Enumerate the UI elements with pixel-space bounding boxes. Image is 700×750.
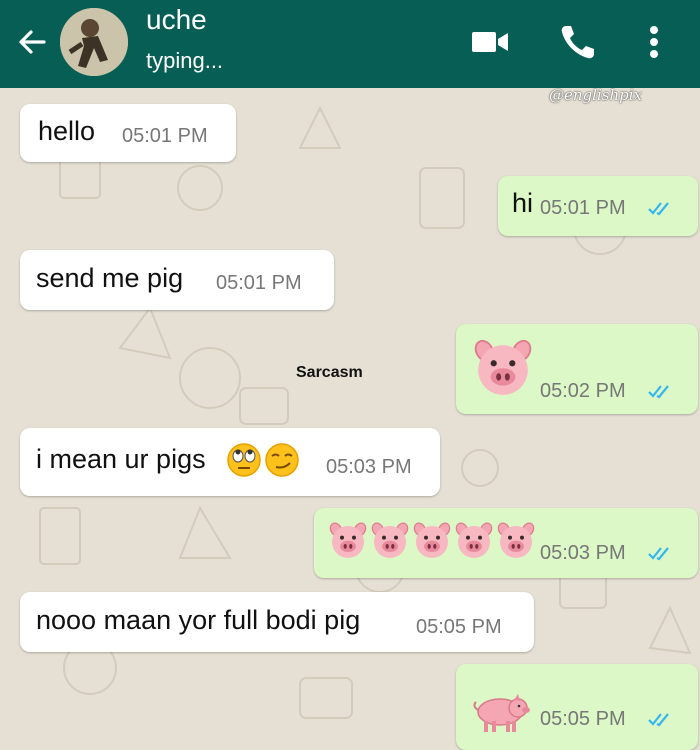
contact-avatar[interactable] bbox=[60, 8, 128, 76]
video-call-icon[interactable] bbox=[468, 20, 512, 64]
contact-status: typing... bbox=[146, 48, 224, 73]
message-text: i mean ur pigs bbox=[36, 444, 206, 474]
pig-face-emoji bbox=[454, 520, 494, 560]
message-bubble-outgoing[interactable]: 05:05 PM bbox=[456, 664, 698, 750]
more-options-icon[interactable] bbox=[632, 20, 676, 64]
chat-wallpaper: @englishpix hello 05:01 PM hi 05:01 PM s… bbox=[0, 88, 700, 750]
rolling-eyes-emoji bbox=[227, 443, 261, 477]
pig-face-emoji bbox=[496, 520, 536, 560]
message-bubble-outgoing[interactable]: hi 05:01 PM bbox=[498, 176, 698, 236]
message-time: 05:01 PM bbox=[122, 125, 208, 147]
back-arrow-icon[interactable] bbox=[14, 24, 50, 60]
message-text: hi bbox=[512, 188, 534, 218]
message-time: 05:03 PM bbox=[326, 456, 412, 478]
overlay-caption: Sarcasm bbox=[296, 364, 363, 381]
chat-header: uche typing... bbox=[0, 0, 700, 88]
double-check-read-icon bbox=[648, 200, 674, 216]
message-time: 05:01 PM bbox=[216, 272, 302, 294]
pig-face-emoji bbox=[472, 336, 534, 398]
message-text: nooo maan yor full bodi pig bbox=[36, 605, 361, 635]
watermark: @englishpix bbox=[549, 88, 642, 104]
message-bubble-incoming[interactable]: send me pig 05:01 PM bbox=[20, 250, 334, 310]
message-time: 05:05 PM bbox=[540, 708, 626, 730]
double-check-read-icon bbox=[648, 711, 674, 727]
voice-call-icon[interactable] bbox=[556, 20, 600, 64]
message-bubble-outgoing[interactable]: 05:03 PM bbox=[314, 508, 698, 578]
message-text: hello bbox=[38, 116, 96, 146]
message-time: 05:02 PM bbox=[540, 380, 626, 402]
pig-emoji bbox=[473, 694, 530, 732]
message-bubble-outgoing[interactable]: 05:02 PM bbox=[456, 324, 698, 414]
double-check-read-icon bbox=[648, 545, 674, 561]
pig-face-emoji bbox=[370, 520, 410, 560]
contact-name[interactable]: uche bbox=[146, 4, 207, 36]
pig-face-emoji bbox=[412, 520, 452, 560]
pig-face-emoji bbox=[328, 520, 368, 560]
message-text: send me pig bbox=[36, 263, 184, 293]
smirk-emoji bbox=[265, 443, 299, 477]
message-time: 05:01 PM bbox=[540, 197, 626, 219]
message-time: 05:05 PM bbox=[416, 616, 502, 638]
double-check-read-icon bbox=[648, 383, 674, 399]
message-time: 05:03 PM bbox=[540, 542, 626, 564]
message-bubble-incoming[interactable]: i mean ur pigs 05:03 PM bbox=[20, 428, 440, 496]
message-bubble-incoming[interactable]: hello 05:01 PM bbox=[20, 104, 236, 162]
message-bubble-incoming[interactable]: nooo maan yor full bodi pig 05:05 PM bbox=[20, 592, 534, 652]
